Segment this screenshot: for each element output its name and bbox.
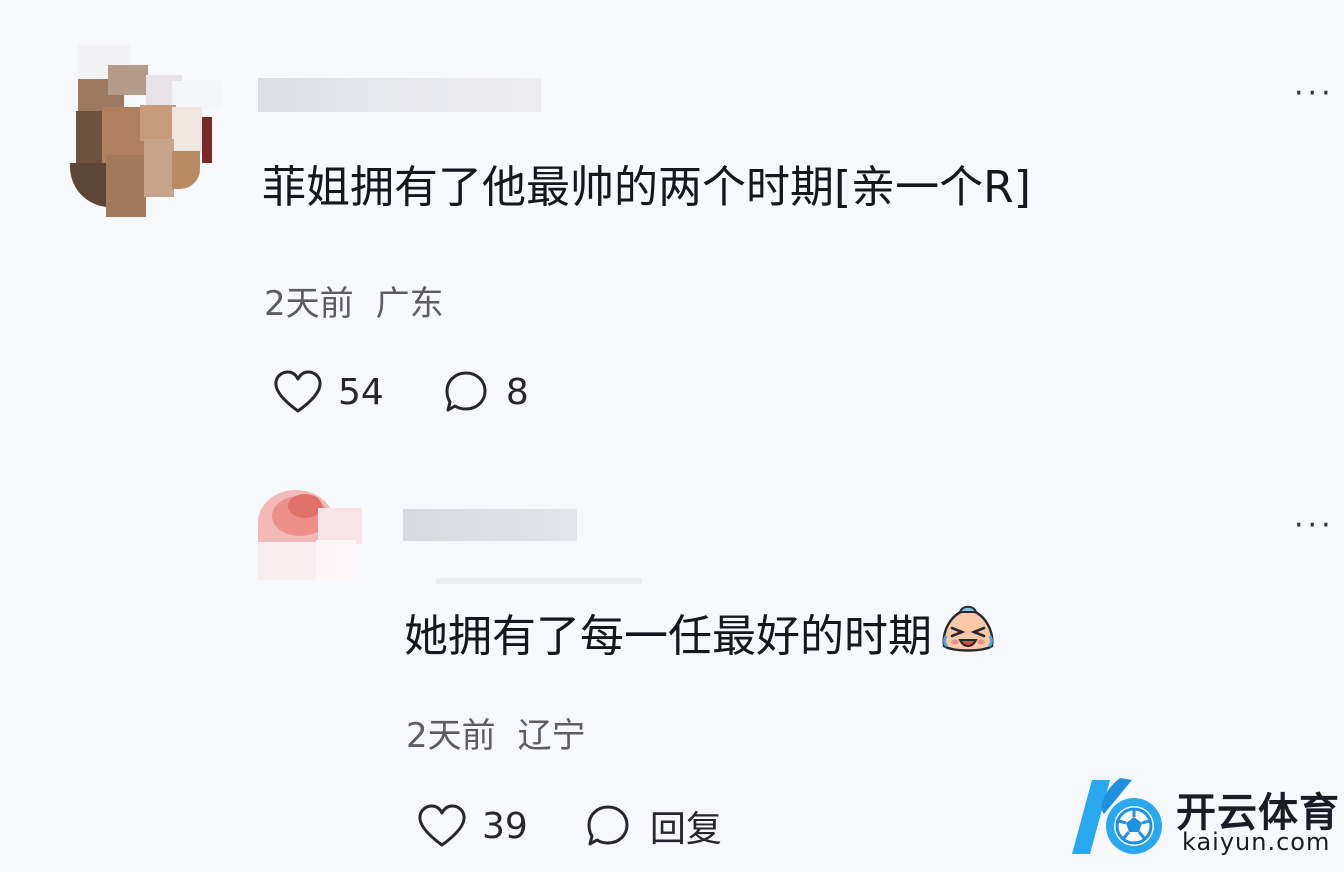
like-button[interactable]: 39: [416, 803, 528, 849]
crying-laughing-emoji-icon: [938, 600, 998, 674]
ellipsis-icon[interactable]: ···: [1294, 76, 1335, 111]
comment-meta: 2天前 广东: [264, 276, 444, 325]
like-button[interactable]: 54: [272, 369, 384, 415]
username-redacted[interactable]: [258, 78, 541, 112]
like-count: 39: [482, 805, 528, 847]
reply-button[interactable]: 回复: [584, 800, 722, 852]
comment-text: 菲姐拥有了他最帅的两个时期[亲一个R]: [262, 162, 1031, 213]
reply-text: 她拥有了每一任最好的时期: [404, 600, 998, 674]
avatar-blurred[interactable]: [62, 45, 222, 217]
like-count: 54: [338, 371, 384, 413]
reply-actions: 39 回复: [416, 800, 722, 852]
watermark: 开云体育 kaiyun.com: [1058, 770, 1344, 870]
comment-time: 2天前: [264, 284, 354, 324]
reply-time: 2天前: [406, 716, 496, 756]
brand-domain: kaiyun.com: [1182, 828, 1331, 856]
comment-actions: 54 8: [272, 366, 529, 418]
heart-icon: [272, 369, 324, 415]
reply-label: 回复: [649, 809, 722, 850]
brand-logo-icon: [1058, 774, 1170, 870]
username-redacted-line: [436, 578, 642, 584]
ellipsis-icon[interactable]: ···: [1294, 508, 1335, 543]
reply-text-content: 她拥有了每一任最好的时期: [404, 611, 932, 662]
reply-button[interactable]: 8: [442, 368, 529, 416]
comment-location: 广东: [375, 284, 444, 324]
reply-meta: 2天前 辽宁: [406, 708, 586, 757]
comment-bubble-icon: [442, 368, 490, 416]
reply-location: 辽宁: [517, 716, 586, 756]
username-redacted[interactable]: [403, 509, 577, 541]
heart-icon: [416, 803, 468, 849]
avatar-blurred[interactable]: [258, 490, 362, 580]
comment-bubble-icon: [584, 802, 632, 850]
reply-count: 8: [505, 371, 529, 413]
